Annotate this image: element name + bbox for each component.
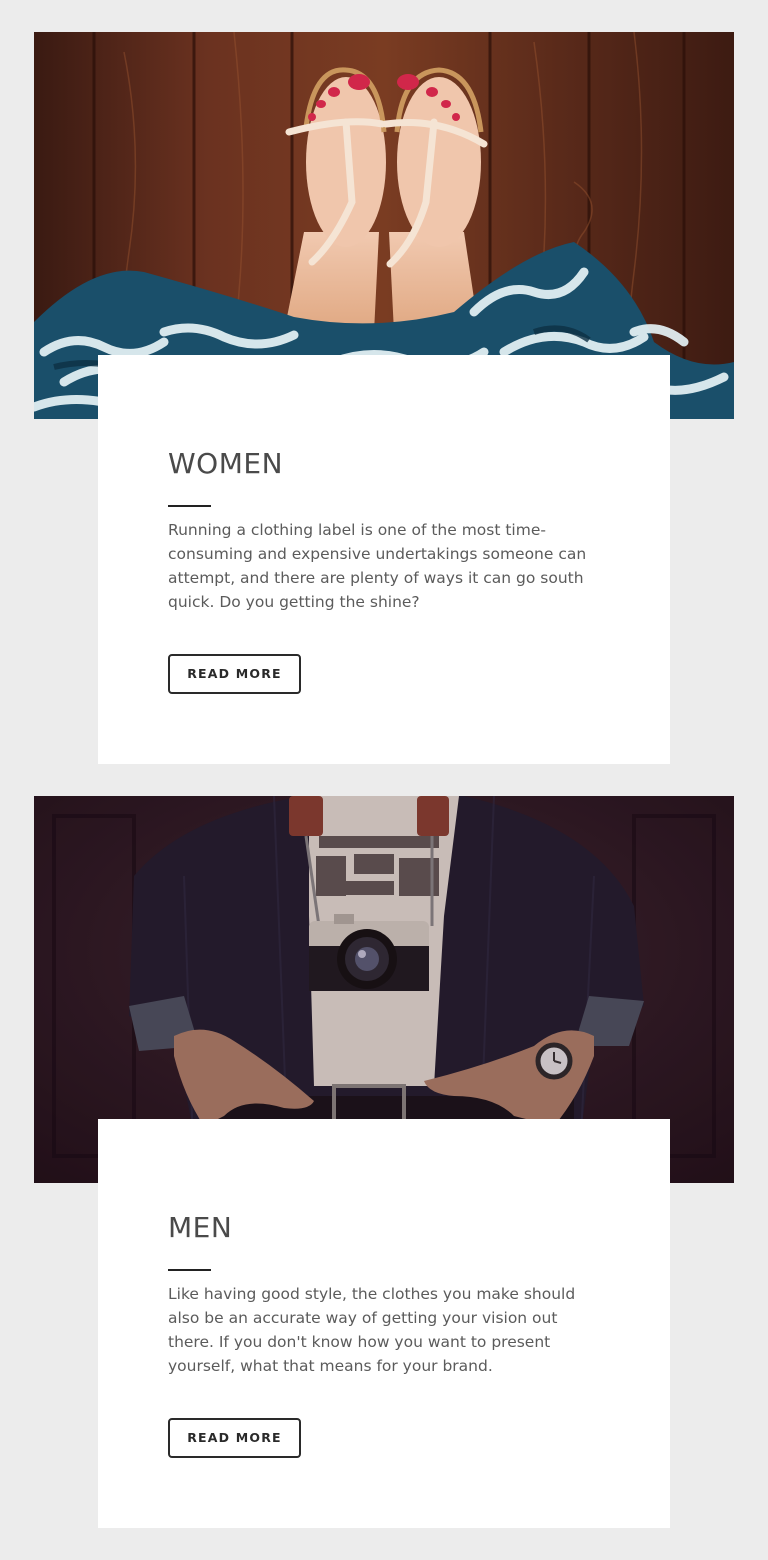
title-divider xyxy=(168,505,211,507)
men-card: MEN Like having good style, the clothes … xyxy=(98,1119,670,1528)
men-description: Like having good style, the clothes you … xyxy=(168,1285,576,1375)
men-title: MEN xyxy=(168,1211,233,1244)
men-read-more-button[interactable]: READ MORE xyxy=(168,1418,301,1458)
men-section: MEN Like having good style, the clothes … xyxy=(0,796,768,1528)
women-description: Running a clothing label is one of the m… xyxy=(168,521,587,611)
women-card: WOMEN Running a clothing label is one of… xyxy=(98,355,670,764)
women-title: WOMEN xyxy=(168,447,284,480)
title-divider xyxy=(168,1269,211,1271)
women-read-more-button[interactable]: READ MORE xyxy=(168,654,301,694)
women-section: WOMEN Running a clothing label is one of… xyxy=(0,32,768,764)
